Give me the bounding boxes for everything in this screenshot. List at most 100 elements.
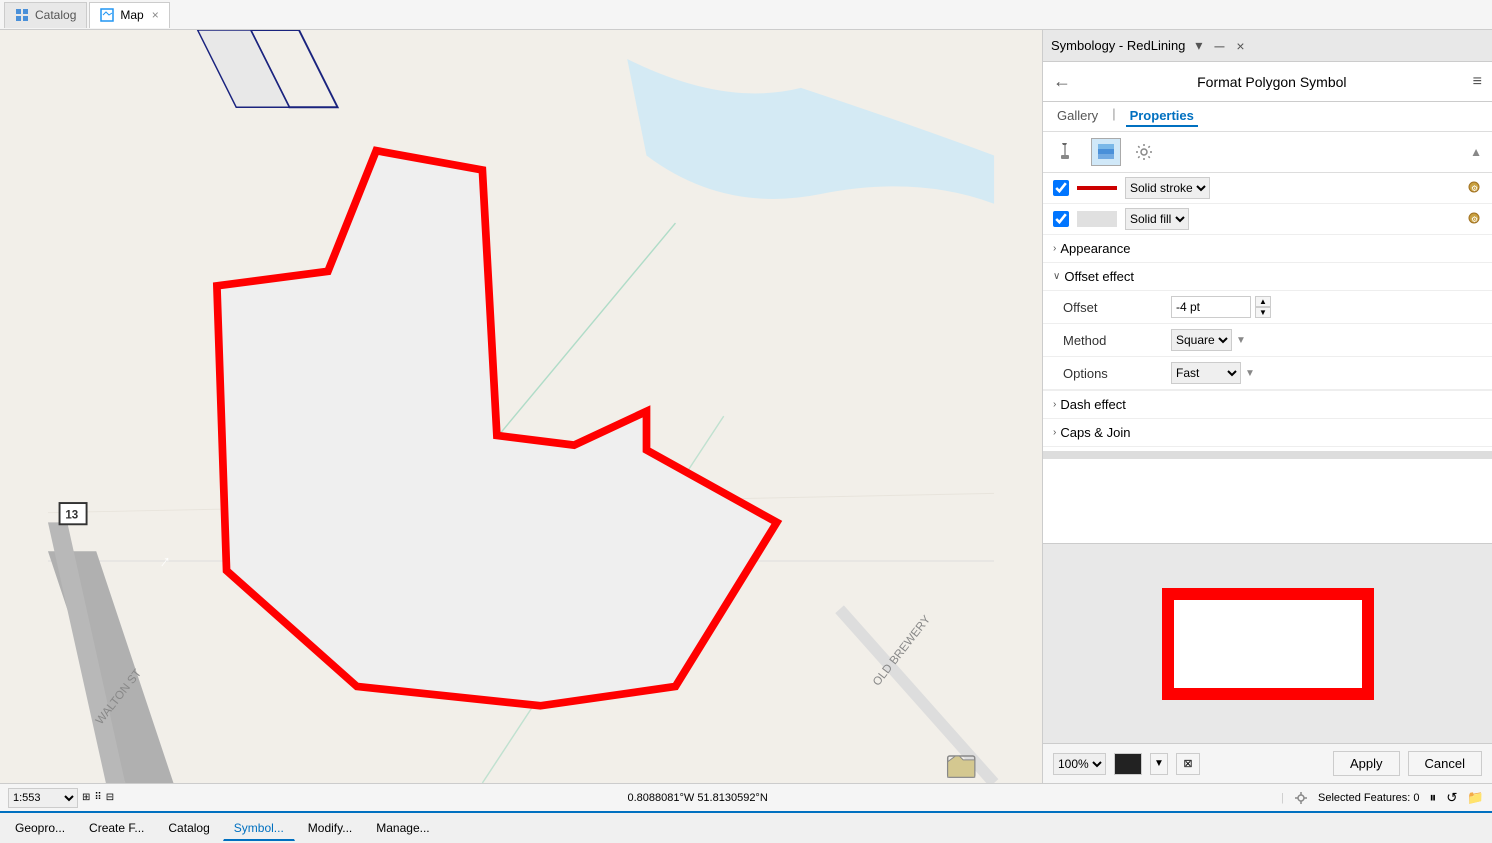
method-prop-row: Method Square Miter Round ▼ [1043, 324, 1492, 357]
coords-display: 0.8088081°W 51.8130592°N [124, 792, 1271, 804]
offset-spinner: ▲ ▼ [1255, 296, 1271, 318]
taskbar-modify[interactable]: Modify... [297, 816, 363, 840]
scale-select[interactable]: 1:553 [8, 788, 78, 808]
layers-tool-btn[interactable] [1091, 138, 1121, 166]
catalog-icon [15, 8, 29, 22]
scale-dots-btn[interactable]: ⠿ [94, 792, 101, 803]
symbol-preview-area [1043, 543, 1492, 743]
tab-catalog-label: Catalog [35, 8, 76, 22]
status-bar: 1:553 ⊞ ⠿ ⊟ 0.8088081°W 51.8130592°N | S… [0, 783, 1492, 811]
panel-header-title: Format Polygon Symbol [1079, 74, 1465, 90]
layer-row-fill: Solid fill ⚙ [1043, 204, 1492, 235]
tab-gallery[interactable]: Gallery [1053, 106, 1102, 127]
wrench-icon [1135, 143, 1153, 161]
preview-zoom-select[interactable]: 100% 50% 200% [1053, 753, 1106, 775]
brush-icon [1059, 143, 1077, 161]
taskbar-symbol[interactable]: Symbol... [223, 816, 295, 841]
layer-fill-checkbox[interactable] [1053, 211, 1069, 227]
color-dropdown-btn[interactable]: ▼ [1150, 753, 1168, 775]
pause-btn[interactable]: ⏸ [1430, 790, 1437, 806]
appearance-section-header[interactable]: › Appearance [1043, 235, 1492, 263]
dash-effect-label: Dash effect [1060, 397, 1126, 412]
stroke-preview [1077, 180, 1117, 196]
svg-text:⚙: ⚙ [1471, 215, 1478, 224]
svg-text:13: 13 [65, 509, 78, 521]
options-label: Options [1063, 366, 1163, 381]
offset-effect-header[interactable]: ∨ Offset effect [1043, 263, 1492, 291]
panel-title: Symbology - RedLining [1051, 38, 1185, 53]
dash-effect-section-header[interactable]: › Dash effect [1043, 391, 1492, 419]
appearance-chevron: › [1053, 243, 1056, 254]
offset-spin-down[interactable]: ▼ [1255, 307, 1271, 318]
taskbar-geopro[interactable]: Geopro... [4, 816, 76, 840]
appearance-label: Appearance [1060, 241, 1130, 256]
layer-row-stroke: Solid stroke ⚙ [1043, 173, 1492, 204]
panel-icon-toolbar: ▲ [1043, 132, 1492, 173]
tab-map-close[interactable]: × [152, 8, 159, 22]
cancel-button[interactable]: Cancel [1408, 751, 1482, 776]
fill-preview [1077, 211, 1117, 227]
tab-map-label: Map [120, 8, 143, 22]
brush-tool-btn[interactable] [1053, 138, 1083, 166]
map-area: WALTON ST OLD BREWERY 13 [0, 30, 1042, 783]
scrollbar-area [1043, 451, 1492, 459]
offset-effect-section: ∨ Offset effect Offset ▲ ▼ [1043, 263, 1492, 391]
panel-tabs: Gallery | Properties [1043, 102, 1492, 132]
apply-button[interactable]: Apply [1333, 751, 1400, 776]
method-select[interactable]: Square Miter Round [1171, 329, 1232, 351]
svg-text:⚙: ⚙ [1471, 184, 1478, 193]
method-label: Method [1063, 333, 1163, 348]
panel-minimize-btn[interactable]: ─ [1210, 36, 1228, 56]
collapse-arrow: ▲ [1470, 145, 1482, 159]
dash-chevron: › [1053, 399, 1056, 410]
layer-fill-settings-btn[interactable]: ⚙ [1466, 210, 1482, 229]
taskbar-create[interactable]: Create F... [78, 816, 155, 840]
layer-settings-icon: ⚙ [1466, 179, 1482, 195]
panel-menu-btn[interactable]: ≡ [1473, 73, 1482, 91]
layer-stroke-settings-btn[interactable]: ⚙ [1466, 179, 1482, 198]
refresh-btn[interactable]: ↺ [1446, 790, 1457, 806]
tab-catalog[interactable]: Catalog [4, 2, 87, 28]
panel-bottom-bar: 100% 50% 200% ▼ ⊠ Apply Cancel [1043, 743, 1492, 783]
taskbar-manage[interactable]: Manage... [365, 816, 440, 840]
offset-input[interactable] [1171, 296, 1251, 318]
panel-pin-btn[interactable]: ▾ [1191, 35, 1206, 56]
export-btn[interactable]: ⊠ [1176, 753, 1200, 775]
scale-control: 1:553 ⊞ ⠿ ⊟ [8, 788, 114, 808]
settings-tool-btn[interactable] [1129, 138, 1159, 166]
layer-stroke-type-select[interactable]: Solid stroke [1125, 177, 1210, 199]
offset-prop-row: Offset ▲ ▼ [1043, 291, 1492, 324]
tab-map[interactable]: Map × [89, 2, 169, 28]
panel-header: ← Format Polygon Symbol ≡ [1043, 62, 1492, 102]
back-button[interactable]: ← [1053, 71, 1071, 92]
offset-label: Offset [1063, 300, 1163, 315]
caps-join-section-header[interactable]: › Caps & Join [1043, 419, 1492, 447]
scale-grid-btn[interactable]: ⊞ [82, 792, 90, 803]
caps-join-label: Caps & Join [1060, 425, 1130, 440]
layer-fill-type-select[interactable]: Solid fill [1125, 208, 1189, 230]
caps-chevron: › [1053, 427, 1056, 438]
offset-chevron: ∨ [1053, 271, 1060, 282]
offset-spin-up[interactable]: ▲ [1255, 296, 1271, 307]
location-icon [1294, 791, 1308, 805]
symbology-panel: Symbology - RedLining ▾ ─ × ← Format Pol… [1042, 30, 1492, 783]
folder-btn[interactable]: 📁 [1467, 790, 1484, 806]
map-canvas: WALTON ST OLD BREWERY 13 [0, 30, 1042, 783]
layers-icon [1096, 143, 1116, 161]
taskbar: Geopro... Create F... Catalog Symbol... … [0, 811, 1492, 843]
scale-table-btn[interactable]: ⊟ [106, 792, 114, 803]
background-color-btn[interactable] [1114, 753, 1142, 775]
panel-title-bar: Symbology - RedLining ▾ ─ × [1043, 30, 1492, 62]
options-prop-row: Options Fast Accurate ▼ [1043, 357, 1492, 390]
panel-close-btn[interactable]: × [1232, 36, 1248, 56]
layer-fill-settings-icon: ⚙ [1466, 210, 1482, 226]
layer-stroke-checkbox[interactable] [1053, 180, 1069, 196]
map-icon [100, 8, 114, 22]
taskbar-catalog[interactable]: Catalog [157, 816, 220, 840]
offset-effect-label: Offset effect [1064, 269, 1134, 284]
tab-bar: Catalog Map × [0, 0, 1492, 30]
panel-content: Solid stroke ⚙ [1043, 173, 1492, 543]
tab-properties[interactable]: Properties [1126, 106, 1198, 127]
options-select[interactable]: Fast Accurate [1171, 362, 1241, 384]
symbol-preview-svg [1158, 584, 1378, 704]
